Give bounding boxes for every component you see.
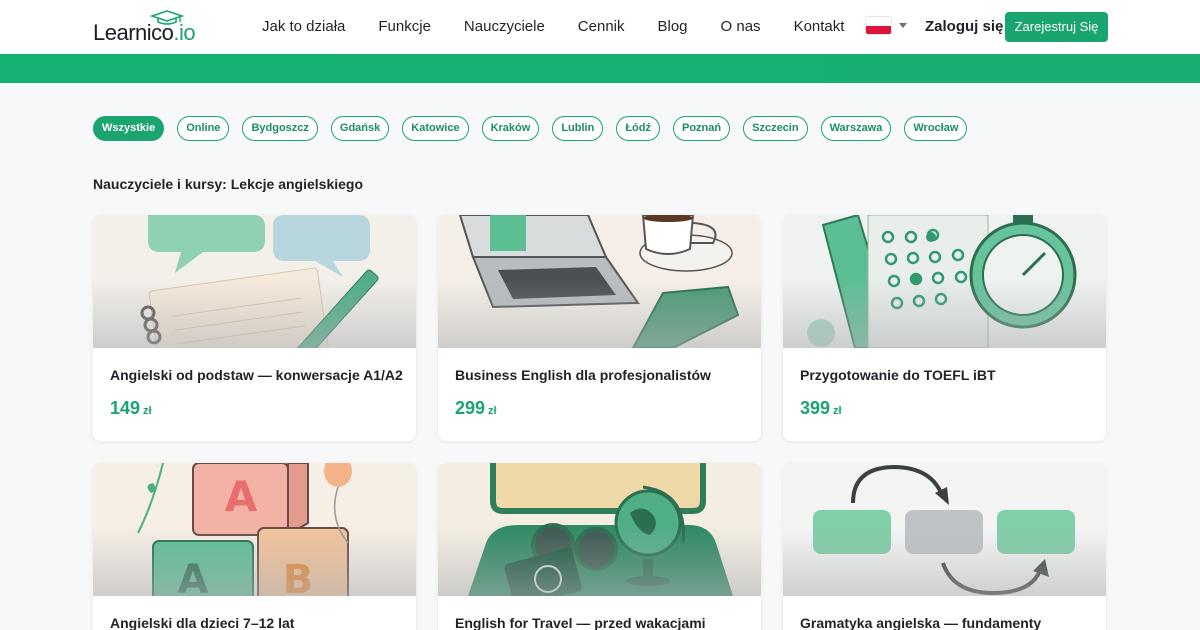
filter-chip-online[interactable]: Online [177, 116, 230, 141]
signup-button[interactable]: Zarejestruj Się [1005, 12, 1108, 42]
course-title[interactable]: Business English dla profesjonalistów [455, 367, 711, 383]
main-nav: Jak to działa Funkcje Nauczyciele Cennik… [262, 0, 844, 54]
graduation-cap-icon [149, 10, 185, 25]
course-image-globe-passport [438, 463, 761, 596]
nav-item-pricing[interactable]: Cennik [578, 0, 625, 54]
nav-item-features[interactable]: Funkcje [378, 0, 431, 54]
nav-item-how-it-works[interactable]: Jak to działa [262, 0, 345, 54]
filter-chip-wroclaw[interactable]: Wrocław [904, 116, 968, 141]
hero-band [0, 54, 1200, 83]
course-title[interactable]: English for Travel — przed wakacjami [455, 615, 706, 630]
nav-item-contact[interactable]: Kontakt [794, 0, 845, 54]
course-price: 399 zł [800, 398, 842, 418]
filter-chip-lodz[interactable]: Łódź [616, 116, 660, 141]
course-price: 149 zł [110, 398, 152, 418]
course-card[interactable]: Gramatyka angielska — fundamenty [783, 463, 1106, 630]
course-price: 299 zł [455, 398, 497, 418]
filter-chip-bydgoszcz[interactable]: Bydgoszcz [242, 116, 318, 141]
filter-chip-warszawa[interactable]: Warszawa [820, 116, 892, 141]
course-image-grammar-flow [783, 463, 1106, 596]
filter-chip-all[interactable]: Wszystkie [93, 116, 165, 141]
filter-chip-szczecin[interactable]: Szczecin [743, 116, 808, 141]
course-card[interactable]: Przygotowanie do TOEFL iBT 399 zł [783, 215, 1106, 441]
course-card[interactable]: A A B Angielski dla dzieci 7–12 lat [93, 463, 416, 630]
filter-chip-lublin[interactable]: Lublin [552, 116, 604, 141]
course-title[interactable]: Gramatyka angielska — fundamenty [800, 615, 1041, 630]
chevron-down-icon [899, 23, 907, 28]
nav-item-about[interactable]: O nas [721, 0, 761, 54]
svg-text:A: A [225, 472, 258, 521]
filter-chip-katowice[interactable]: Katowice [402, 116, 469, 141]
course-image-laptop [438, 215, 761, 348]
course-card[interactable]: English for Travel — przed wakacjami [438, 463, 761, 630]
logo[interactable]: Learnico.io [93, 10, 196, 44]
course-title[interactable]: Przygotowanie do TOEFL iBT [800, 367, 996, 383]
login-link[interactable]: Zaloguj się [925, 17, 1003, 37]
course-image-alphabet-blocks: A A B [93, 463, 416, 596]
course-image-speech-bubbles [93, 215, 416, 348]
nav-item-teachers[interactable]: Nauczyciele [464, 0, 545, 54]
polish-flag-icon [866, 17, 891, 34]
city-filters: Wszystkie Online Bydgoszcz Gdańsk Katowi… [93, 116, 980, 141]
nav-item-blog[interactable]: Blog [658, 0, 688, 54]
filter-chip-gdansk[interactable]: Gdańsk [330, 116, 390, 141]
course-title[interactable]: Angielski dla dzieci 7–12 lat [110, 615, 294, 630]
section-title: Nauczyciele i kursy: Lekcje angielskiego [93, 176, 364, 192]
course-card[interactable]: Business English dla profesjonalistów 29… [438, 215, 761, 441]
filter-chip-krakow[interactable]: Kraków [481, 116, 540, 141]
language-selector[interactable] [866, 17, 907, 34]
course-title[interactable]: Angielski od podstaw — konwersacje A1/A2 [110, 367, 403, 383]
course-card[interactable]: Angielski od podstaw — konwersacje A1/A2… [93, 215, 416, 441]
filter-chip-poznan[interactable]: Poznań [672, 116, 731, 141]
top-header: Learnico.io Jak to działa Funkcje Nauczy… [0, 0, 1200, 54]
course-image-stopwatch [783, 215, 1106, 348]
